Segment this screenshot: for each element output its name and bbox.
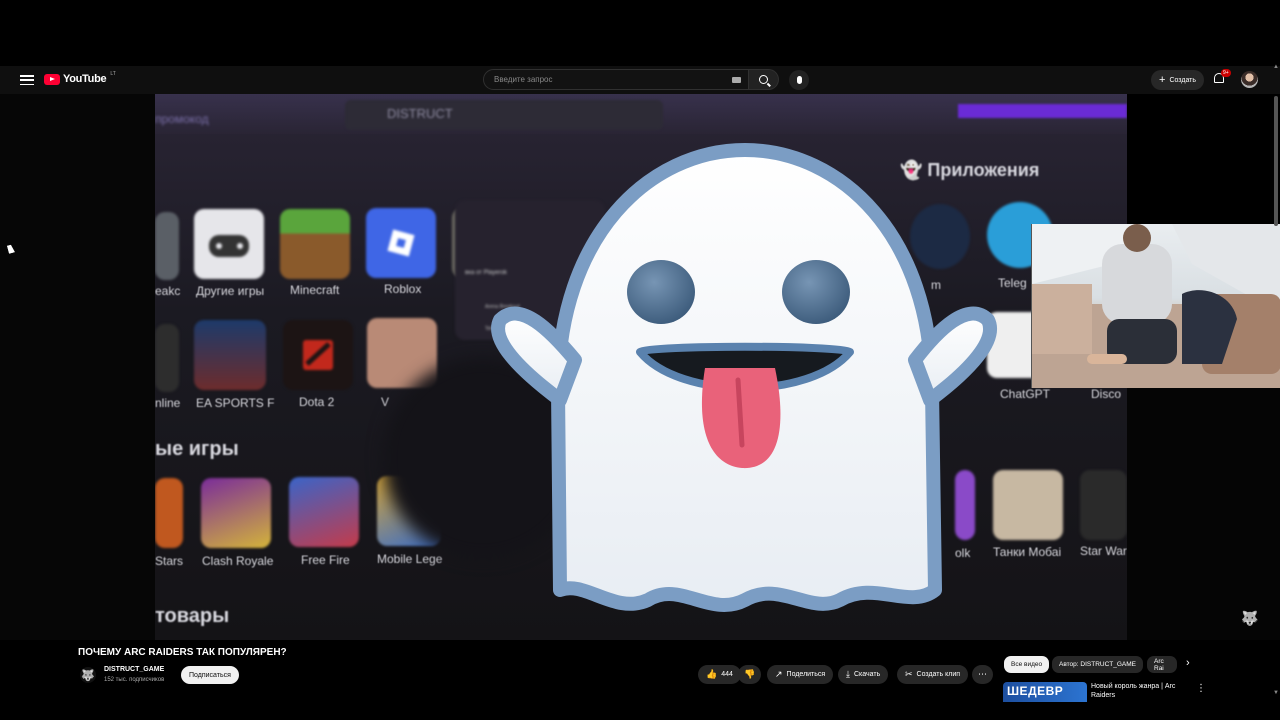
download-icon: ⤓ xyxy=(846,669,850,679)
chip-all-videos[interactable]: Все видео xyxy=(1004,656,1050,673)
game-tile-dota xyxy=(283,320,353,390)
create-label: Создать xyxy=(1169,76,1197,84)
search-field xyxy=(483,69,749,90)
clip-label: Создать клип xyxy=(916,671,961,678)
logo-text: YouTube xyxy=(63,73,107,85)
game-tile-minecraft xyxy=(280,209,350,279)
like-button[interactable]: 👍 444 xyxy=(698,665,741,684)
dislike-button[interactable]: 👎 xyxy=(738,665,762,684)
tile-label: Roblox xyxy=(384,282,422,296)
plus-icon: + xyxy=(1159,73,1166,86)
rec-title[interactable]: Новый король жанра | Arc Raiders xyxy=(1091,682,1183,700)
notifications-badge: 9+ xyxy=(1221,69,1231,77)
scrollbar[interactable] xyxy=(1274,96,1278,226)
download-label: Скачать xyxy=(853,671,881,678)
voice-search-button[interactable] xyxy=(789,69,809,90)
more-vert-icon[interactable]: ⋮ xyxy=(1196,683,1206,694)
share-button[interactable]: ↗ Поделиться xyxy=(767,665,834,684)
tile-label: EA SPORTS F xyxy=(196,396,275,410)
tile-label: V xyxy=(381,395,390,409)
tile-label: Другие игры xyxy=(196,284,265,298)
more-icon: ⋯ xyxy=(978,669,987,679)
gamepad-icon xyxy=(209,235,249,257)
search-button[interactable] xyxy=(749,69,779,90)
tile-label: Stars xyxy=(155,554,184,568)
chip-topic[interactable]: Arc Rai xyxy=(1147,656,1177,673)
like-count: 444 xyxy=(721,671,733,678)
more-actions-button[interactable]: ⋯ xyxy=(972,665,993,684)
game-tile xyxy=(155,478,183,548)
game-tile-other xyxy=(194,209,264,279)
promo-link: промокод xyxy=(155,112,209,126)
games-heading: ые игры xyxy=(155,438,239,460)
chevron-right-icon[interactable]: › xyxy=(1186,657,1190,669)
thumbs-up-icon: 👍 xyxy=(706,669,718,679)
app-label: Disco xyxy=(1091,387,1122,401)
game-tile-roblox xyxy=(366,208,436,278)
search-bar xyxy=(483,69,809,90)
tile-label: Star War xyxy=(1080,544,1127,558)
microphone-icon xyxy=(796,75,802,84)
channel-avatar[interactable]: 🐺 xyxy=(80,667,96,683)
tile-label: Dota 2 xyxy=(299,395,335,409)
clip-button[interactable]: ✂ Создать клип xyxy=(897,665,969,684)
game-tile-clash xyxy=(201,478,271,548)
game-tile xyxy=(155,324,179,392)
thumbs-down-icon: 👎 xyxy=(744,669,756,679)
notifications-button[interactable]: 9+ xyxy=(1214,69,1231,85)
webcam-overlay xyxy=(1031,224,1280,388)
masthead: YouTube LT + Создать 9+ xyxy=(0,66,1280,94)
download-button[interactable]: ⤓ Скачать xyxy=(838,665,889,684)
goods-heading: товары xyxy=(155,605,230,627)
chip-author[interactable]: Автор: DISTRUCT_GAME xyxy=(1052,656,1144,673)
player-letterbox-right xyxy=(1127,388,1280,640)
game-tile xyxy=(155,212,179,280)
dota-icon xyxy=(303,340,333,370)
account-avatar[interactable] xyxy=(1241,71,1258,88)
keyboard-icon[interactable] xyxy=(732,77,741,83)
scroll-up-icon[interactable]: ▲ xyxy=(1273,64,1279,70)
screen: { "header": { "logo_text": "YouTube", "l… xyxy=(0,0,1280,720)
ghost-emoji-icon xyxy=(491,143,997,612)
share-icon: ↗ xyxy=(775,669,783,679)
roblox-icon xyxy=(387,229,415,257)
store-banner: DISTRUCT xyxy=(345,100,663,130)
channel-watermark-icon[interactable]: 🐺 xyxy=(1241,610,1258,627)
game-tile-starwars xyxy=(1080,470,1127,540)
tile-label: nline xyxy=(155,396,181,410)
subscribe-button[interactable]: Подписаться xyxy=(181,666,239,684)
youtube-logo[interactable]: YouTube LT xyxy=(44,71,116,85)
tile-label: eakc xyxy=(155,284,181,298)
purple-banner xyxy=(958,104,1127,118)
share-label: Поделиться xyxy=(786,671,826,678)
tile-label: Minecraft xyxy=(290,283,340,297)
subscriber-count: 152 тыс. подписчиков xyxy=(104,677,165,683)
logo-region: LT xyxy=(110,71,116,77)
scroll-down-icon[interactable]: ▼ xyxy=(1273,690,1279,696)
rec-thumbnail[interactable]: ШЕДЕВР xyxy=(1003,682,1087,702)
search-icon xyxy=(759,75,768,84)
menu-icon[interactable] xyxy=(20,73,34,87)
game-tile-freefire xyxy=(289,477,359,547)
channel-name[interactable]: DISTRUCT_GAME xyxy=(104,666,164,673)
youtube-play-icon xyxy=(44,73,60,85)
scissors-icon: ✂ xyxy=(905,669,913,679)
player-letterbox-left xyxy=(0,94,155,640)
tile-label: Clash Royale xyxy=(202,554,274,568)
game-tile-fc26 xyxy=(194,320,266,390)
create-button[interactable]: + Создать xyxy=(1151,70,1205,90)
tile-label: Free Fire xyxy=(301,553,350,567)
tile-label: Mobile Lege xyxy=(377,552,443,566)
webcam-scene xyxy=(1032,224,1280,388)
search-input[interactable] xyxy=(494,75,724,84)
video-title: ПОЧЕМУ ARC RAIDERS ТАК ПОПУЛЯРЕН? xyxy=(78,647,287,658)
